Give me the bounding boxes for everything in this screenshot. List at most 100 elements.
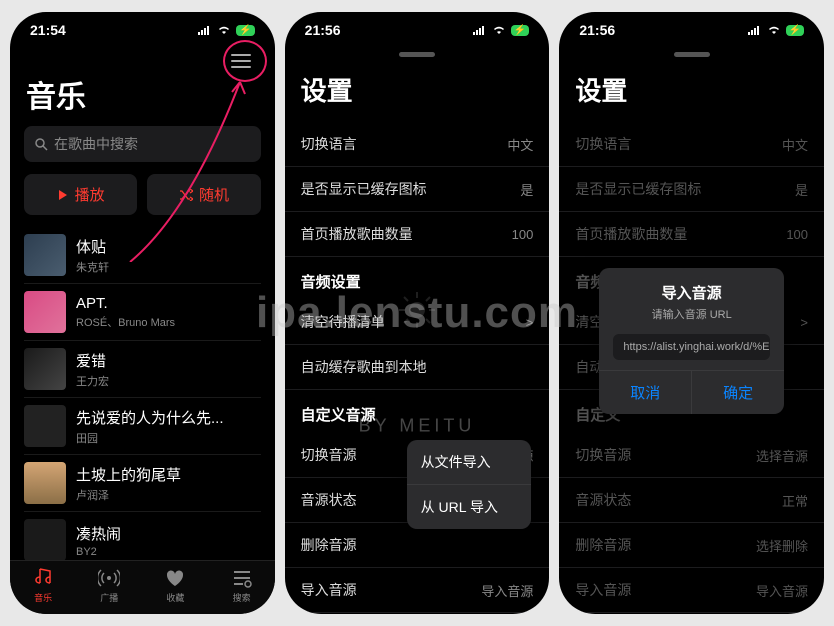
- setting-label: 导入音源: [575, 580, 631, 600]
- page-title: 设置: [559, 57, 824, 122]
- tab-bar: 音乐广播 收藏搜索: [10, 560, 275, 614]
- song-title: 先说爱的人为什么先...: [76, 407, 224, 428]
- battery-icon: ⚡: [786, 25, 804, 36]
- setting-label: 删除音源: [301, 535, 357, 555]
- dialog-buttons: 取消 确定: [599, 370, 784, 414]
- tab-0[interactable]: 音乐: [10, 567, 76, 604]
- status-icons: ⚡: [198, 25, 254, 36]
- dialog-title: 导入音源: [599, 282, 784, 303]
- setting-row[interactable]: 切换音源选择音源: [559, 433, 824, 478]
- setting-label: 是否显示已缓存图标: [575, 179, 701, 199]
- setting-value: 中文: [507, 135, 533, 154]
- setting-value: >: [800, 315, 808, 330]
- setting-row[interactable]: 删除音源选择删除: [559, 523, 824, 568]
- song-item[interactable]: 爱错王力宏: [24, 341, 261, 398]
- tab-icon: [98, 567, 120, 589]
- album-cover: [24, 462, 66, 504]
- setting-label: 是否显示已缓存图标: [301, 179, 427, 199]
- status-icons: ⚡: [748, 25, 804, 36]
- song-list[interactable]: 体贴朱克轩APT.ROSÉ、Bruno Mars爱错王力宏先说爱的人为什么先..…: [10, 227, 275, 560]
- search-icon: [34, 137, 48, 151]
- song-artist: 卢润泽: [76, 487, 181, 503]
- tab-3[interactable]: 搜索: [209, 567, 275, 604]
- song-title: 土坡上的狗尾草: [76, 464, 181, 485]
- shuffle-button[interactable]: 随机: [147, 174, 260, 215]
- dialog-subtitle: 请输入音源 URL: [599, 306, 784, 322]
- setting-label: 切换语言: [301, 134, 357, 154]
- setting-label: 切换音源: [301, 445, 357, 465]
- url-input-dialog: 导入音源 请输入音源 URL https://alist.yinghai.wor…: [599, 268, 784, 414]
- setting-value: 100: [786, 227, 808, 242]
- setting-row[interactable]: 切换语言 中文: [285, 122, 550, 167]
- setting-label: 自动缓存歌曲到本地: [301, 357, 427, 377]
- setting-label: 首页播放歌曲数量: [575, 224, 687, 244]
- page-title: 设置: [285, 57, 550, 122]
- status-icons: ⚡: [473, 25, 529, 36]
- play-icon: [57, 189, 69, 201]
- setting-value: 中文: [782, 135, 808, 154]
- setting-row[interactable]: 切换语言中文: [559, 122, 824, 167]
- battery-icon: ⚡: [236, 25, 254, 36]
- tab-icon: [32, 567, 54, 589]
- song-title: 爱错: [76, 350, 109, 371]
- song-artist: 田园: [76, 430, 224, 446]
- setting-row[interactable]: 是否显示已缓存图标 是: [559, 167, 824, 212]
- song-item[interactable]: 土坡上的狗尾草卢润泽: [24, 455, 261, 512]
- settings-list[interactable]: 切换语言中文是否显示已缓存图标是首页播放歌曲数量100音频设置清空待播清单>自动…: [285, 122, 550, 614]
- status-bar: 21:54 ⚡: [10, 12, 275, 42]
- setting-row[interactable]: 删除音源: [285, 523, 550, 568]
- status-time: 21:54: [30, 22, 66, 38]
- tab-icon: [164, 567, 186, 589]
- status-bar: 21:56 ⚡: [285, 12, 550, 42]
- setting-label: 清空待播清单: [301, 312, 385, 332]
- album-cover: [24, 348, 66, 390]
- setting-row[interactable]: 自动缓存歌曲到本地: [285, 345, 550, 390]
- search-input[interactable]: 在歌曲中搜索: [24, 126, 261, 162]
- import-menu-popup: 从文件导入 从 URL 导入: [407, 440, 531, 529]
- setting-value: 正常: [782, 491, 808, 510]
- status-bar: 21:56 ⚡: [559, 12, 824, 42]
- song-item[interactable]: 凑热闹BY2: [24, 512, 261, 560]
- album-cover: [24, 234, 66, 276]
- setting-row[interactable]: 首页播放歌曲数量 100: [559, 212, 824, 257]
- song-title: APT.: [76, 295, 175, 312]
- tab-label: 广播: [100, 591, 118, 604]
- setting-value: >: [526, 315, 534, 330]
- url-input[interactable]: https://alist.yinghai.work/d/%E8%B...: [613, 334, 770, 360]
- setting-row[interactable]: 导入音源 导入音源: [285, 568, 550, 613]
- setting-value: 是: [520, 180, 533, 199]
- setting-row[interactable]: 是否显示已缓存图标 是: [285, 167, 550, 212]
- status-time: 21:56: [579, 22, 615, 38]
- song-artist: 王力宏: [76, 373, 109, 389]
- battery-icon: ⚡: [511, 25, 529, 36]
- setting-row[interactable]: 首页播放歌曲数量100: [285, 212, 550, 257]
- section-header: 自定义音源: [285, 390, 550, 433]
- song-artist: 朱克轩: [76, 259, 109, 275]
- setting-value: 导入音源: [756, 581, 808, 600]
- setting-value: 选择音源: [756, 446, 808, 465]
- setting-value: 100: [512, 227, 534, 242]
- album-cover: [24, 291, 66, 333]
- song-item[interactable]: 体贴朱克轩: [24, 227, 261, 284]
- song-item[interactable]: APT.ROSÉ、Bruno Mars: [24, 284, 261, 341]
- import-from-url[interactable]: 从 URL 导入: [407, 485, 531, 529]
- cancel-button[interactable]: 取消: [599, 371, 692, 414]
- setting-row[interactable]: 导入音源 导入音源: [559, 568, 824, 613]
- shuffle-icon: [179, 189, 193, 201]
- confirm-button[interactable]: 确定: [692, 371, 784, 414]
- album-cover: [24, 519, 66, 560]
- setting-value: 是: [795, 180, 808, 199]
- song-item[interactable]: 先说爱的人为什么先... 田园: [24, 398, 261, 455]
- tab-label: 搜索: [233, 591, 251, 604]
- play-button[interactable]: 播放: [24, 174, 137, 215]
- song-title: 体贴: [76, 236, 109, 257]
- import-from-file[interactable]: 从文件导入: [407, 440, 531, 485]
- tab-1[interactable]: 广播: [76, 567, 142, 604]
- setting-row[interactable]: 音源状态正常: [559, 478, 824, 523]
- menu-button[interactable]: [225, 48, 257, 74]
- tab-icon: [231, 567, 253, 589]
- tab-2[interactable]: 收藏: [142, 567, 208, 604]
- setting-label: 删除音源: [575, 535, 631, 555]
- setting-value: 导入音源: [481, 581, 533, 600]
- setting-label: 导入音源: [301, 580, 357, 600]
